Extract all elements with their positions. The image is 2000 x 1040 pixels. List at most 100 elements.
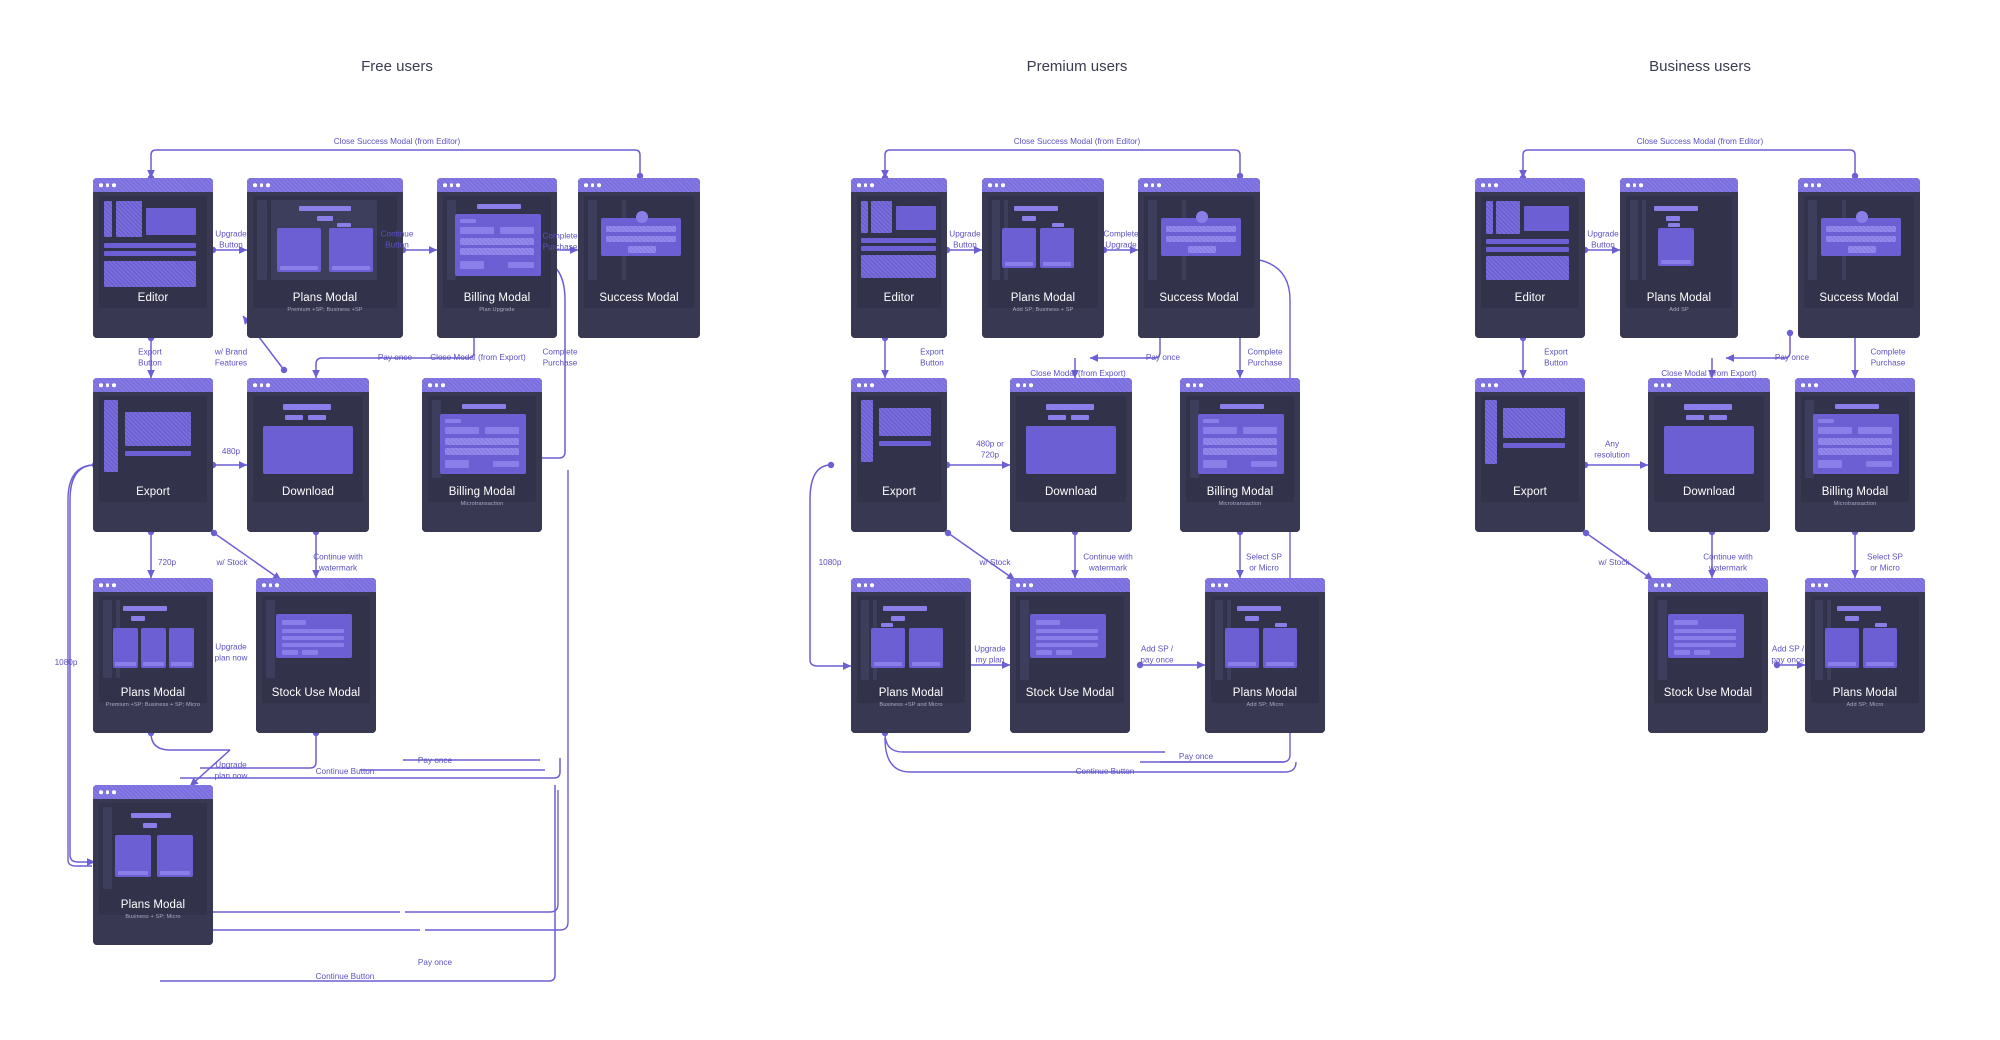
window-screen: Billing Modal Plan Upgrade — [437, 192, 557, 338]
edge-label-480-720-prem: 480p or 720p — [976, 439, 1004, 460]
column-title-business: Business users — [1649, 58, 1751, 75]
window-titlebar — [1205, 578, 1325, 592]
window-titlebar — [1475, 178, 1585, 192]
node-title: Stock Use Modal — [1025, 687, 1115, 699]
node-title: Stock Use Modal — [1663, 687, 1753, 699]
node-biz-billing[interactable]: Billing Modal Microtransaction — [1795, 378, 1915, 532]
node-subtitle: Add SP; Business + SP — [1012, 306, 1074, 313]
edge-label-pay-once-free-1: Pay once — [377, 352, 413, 362]
window-titlebar — [851, 178, 947, 192]
node-title: Editor — [1514, 292, 1546, 304]
edge-label-export-button-prem: Export Button — [920, 347, 944, 368]
node-title: Billing Modal — [1206, 486, 1274, 498]
node-subtitle: Add SP — [1669, 306, 1689, 313]
node-prem-success[interactable]: Success Modal — [1138, 178, 1260, 338]
window-titlebar — [93, 785, 213, 799]
node-biz-export[interactable]: Export — [1475, 378, 1585, 532]
window-screen: Editor — [93, 192, 213, 338]
node-title: Billing Modal — [1821, 486, 1889, 498]
window-dots-icon — [253, 183, 270, 187]
window-screen: Plans Modal Add SP; Business + SP — [982, 192, 1104, 338]
node-prem-stock[interactable]: Stock Use Modal — [1010, 578, 1130, 733]
node-caption: Stock Use Modal — [1648, 683, 1768, 733]
edge-label-pay-once-prem-1: Pay once — [1145, 352, 1181, 362]
node-caption: Success Modal — [578, 288, 700, 338]
node-prem-plans-1[interactable]: Plans Modal Add SP; Business + SP — [982, 178, 1104, 338]
node-prem-plans-3[interactable]: Plans Modal Add SP; Micro — [1205, 578, 1325, 733]
node-title: Export — [1513, 486, 1547, 498]
edge-label-continue-watermark-free: Continue with watermark — [313, 552, 363, 573]
node-caption: Export — [851, 482, 947, 532]
node-prem-export[interactable]: Export — [851, 378, 947, 532]
flow-diagram-canvas: Free users Premium users Business users — [0, 0, 2000, 1040]
node-free-success[interactable]: Success Modal — [578, 178, 700, 338]
node-free-stock[interactable]: Stock Use Modal — [256, 578, 376, 733]
window-dots-icon — [1211, 583, 1228, 587]
node-free-plans-1[interactable]: Plans Modal Premium +SP; Business +SP — [247, 178, 403, 338]
node-biz-success[interactable]: Success Modal — [1798, 178, 1920, 338]
edge-label-continue-button-prem: Continue Button — [1075, 766, 1135, 776]
edge-label-close-modal-export-prem: Close Modal (from Export) — [1030, 368, 1126, 378]
edge-label-continue-button-free-3: Continue Button — [315, 971, 375, 981]
node-title: Plans Modal — [1010, 292, 1076, 304]
node-free-plans-3[interactable]: Plans Modal Business + SP; Micro — [93, 785, 213, 945]
window-screen: Plans Modal Add SP; Micro — [1805, 592, 1925, 733]
column-title-free: Free users — [361, 58, 433, 75]
node-caption: Plans Modal Business + SP; Micro — [93, 895, 213, 945]
window-screen: Plans Modal Premium +SP; Business +SP — [247, 192, 403, 338]
window-titlebar — [1010, 578, 1130, 592]
window-screen: Plans Modal Business + SP; Micro — [93, 799, 213, 945]
column-title-premium: Premium users — [1026, 58, 1128, 75]
window-dots-icon — [988, 183, 1005, 187]
edge-label-pay-once-prem-2: Pay once — [1178, 751, 1214, 761]
node-free-download[interactable]: Download — [247, 378, 369, 532]
edge-label-select-sp-micro-prem: Select SP or Micro — [1246, 552, 1282, 573]
window-screen: Billing Modal Microtransaction — [1180, 392, 1300, 532]
window-screen: Stock Use Modal — [1010, 592, 1130, 733]
node-free-plans-2[interactable]: Plans Modal Premium +SP; Business + SP; … — [93, 578, 213, 733]
node-biz-stock[interactable]: Stock Use Modal — [1648, 578, 1768, 733]
window-dots-icon — [262, 583, 279, 587]
edge-label-w-stock-prem: w/ Stock — [979, 557, 1011, 567]
node-biz-plans-2[interactable]: Plans Modal Add SP; Micro — [1805, 578, 1925, 733]
window-screen: Stock Use Modal — [256, 592, 376, 733]
node-free-editor[interactable]: Editor — [93, 178, 213, 338]
window-titlebar — [93, 178, 213, 192]
node-free-export[interactable]: Export — [93, 378, 213, 532]
node-subtitle: Microtransaction — [1218, 500, 1262, 507]
node-caption: Billing Modal Microtransaction — [1795, 482, 1915, 532]
edge-label-brand-features-free: w/ Brand Features — [214, 347, 248, 368]
node-free-billing-2[interactable]: Billing Modal Microtransaction — [422, 378, 542, 532]
node-caption: Plans Modal Add SP; Business + SP — [982, 288, 1104, 338]
node-prem-plans-2[interactable]: Plans Modal Business +SP and Micro — [851, 578, 971, 733]
edge-label-upgrade-button-free: Upgrade Button — [215, 229, 247, 250]
window-titlebar — [1648, 578, 1768, 592]
node-caption: Billing Modal Plan Upgrade — [437, 288, 557, 338]
window-dots-icon — [1811, 583, 1828, 587]
window-titlebar — [1648, 378, 1770, 392]
node-prem-editor[interactable]: Editor — [851, 178, 947, 338]
node-biz-editor[interactable]: Editor — [1475, 178, 1585, 338]
window-titlebar — [256, 578, 376, 592]
edge-label-w-stock-biz: w/ Stock — [1598, 557, 1630, 567]
window-screen: Download — [1648, 392, 1770, 532]
node-biz-download[interactable]: Download — [1648, 378, 1770, 532]
node-free-billing-1[interactable]: Billing Modal Plan Upgrade — [437, 178, 557, 338]
node-subtitle: Microtransaction — [1833, 500, 1877, 507]
node-biz-plans-1[interactable]: Plans Modal Add SP — [1620, 178, 1738, 338]
edge-label-upgrade-button-prem: Upgrade Button — [949, 229, 981, 250]
edge-label-pay-once-free-3: Pay once — [417, 957, 453, 967]
node-subtitle: Add SP; Micro — [1246, 701, 1284, 708]
node-title: Download — [1045, 486, 1097, 498]
node-prem-download[interactable]: Download — [1010, 378, 1132, 532]
window-dots-icon — [1016, 383, 1033, 387]
node-prem-billing[interactable]: Billing Modal Microtransaction — [1180, 378, 1300, 532]
window-titlebar — [851, 378, 947, 392]
node-title: Success Modal — [1159, 292, 1239, 304]
edge-label-w-stock-free: w/ Stock — [216, 557, 248, 567]
window-screen: Billing Modal Microtransaction — [422, 392, 542, 532]
node-caption: Billing Modal Microtransaction — [422, 482, 542, 532]
node-title: Export — [136, 486, 170, 498]
window-screen: Editor — [1475, 192, 1585, 338]
edge-label-export-button-biz: Export Button — [1544, 347, 1568, 368]
